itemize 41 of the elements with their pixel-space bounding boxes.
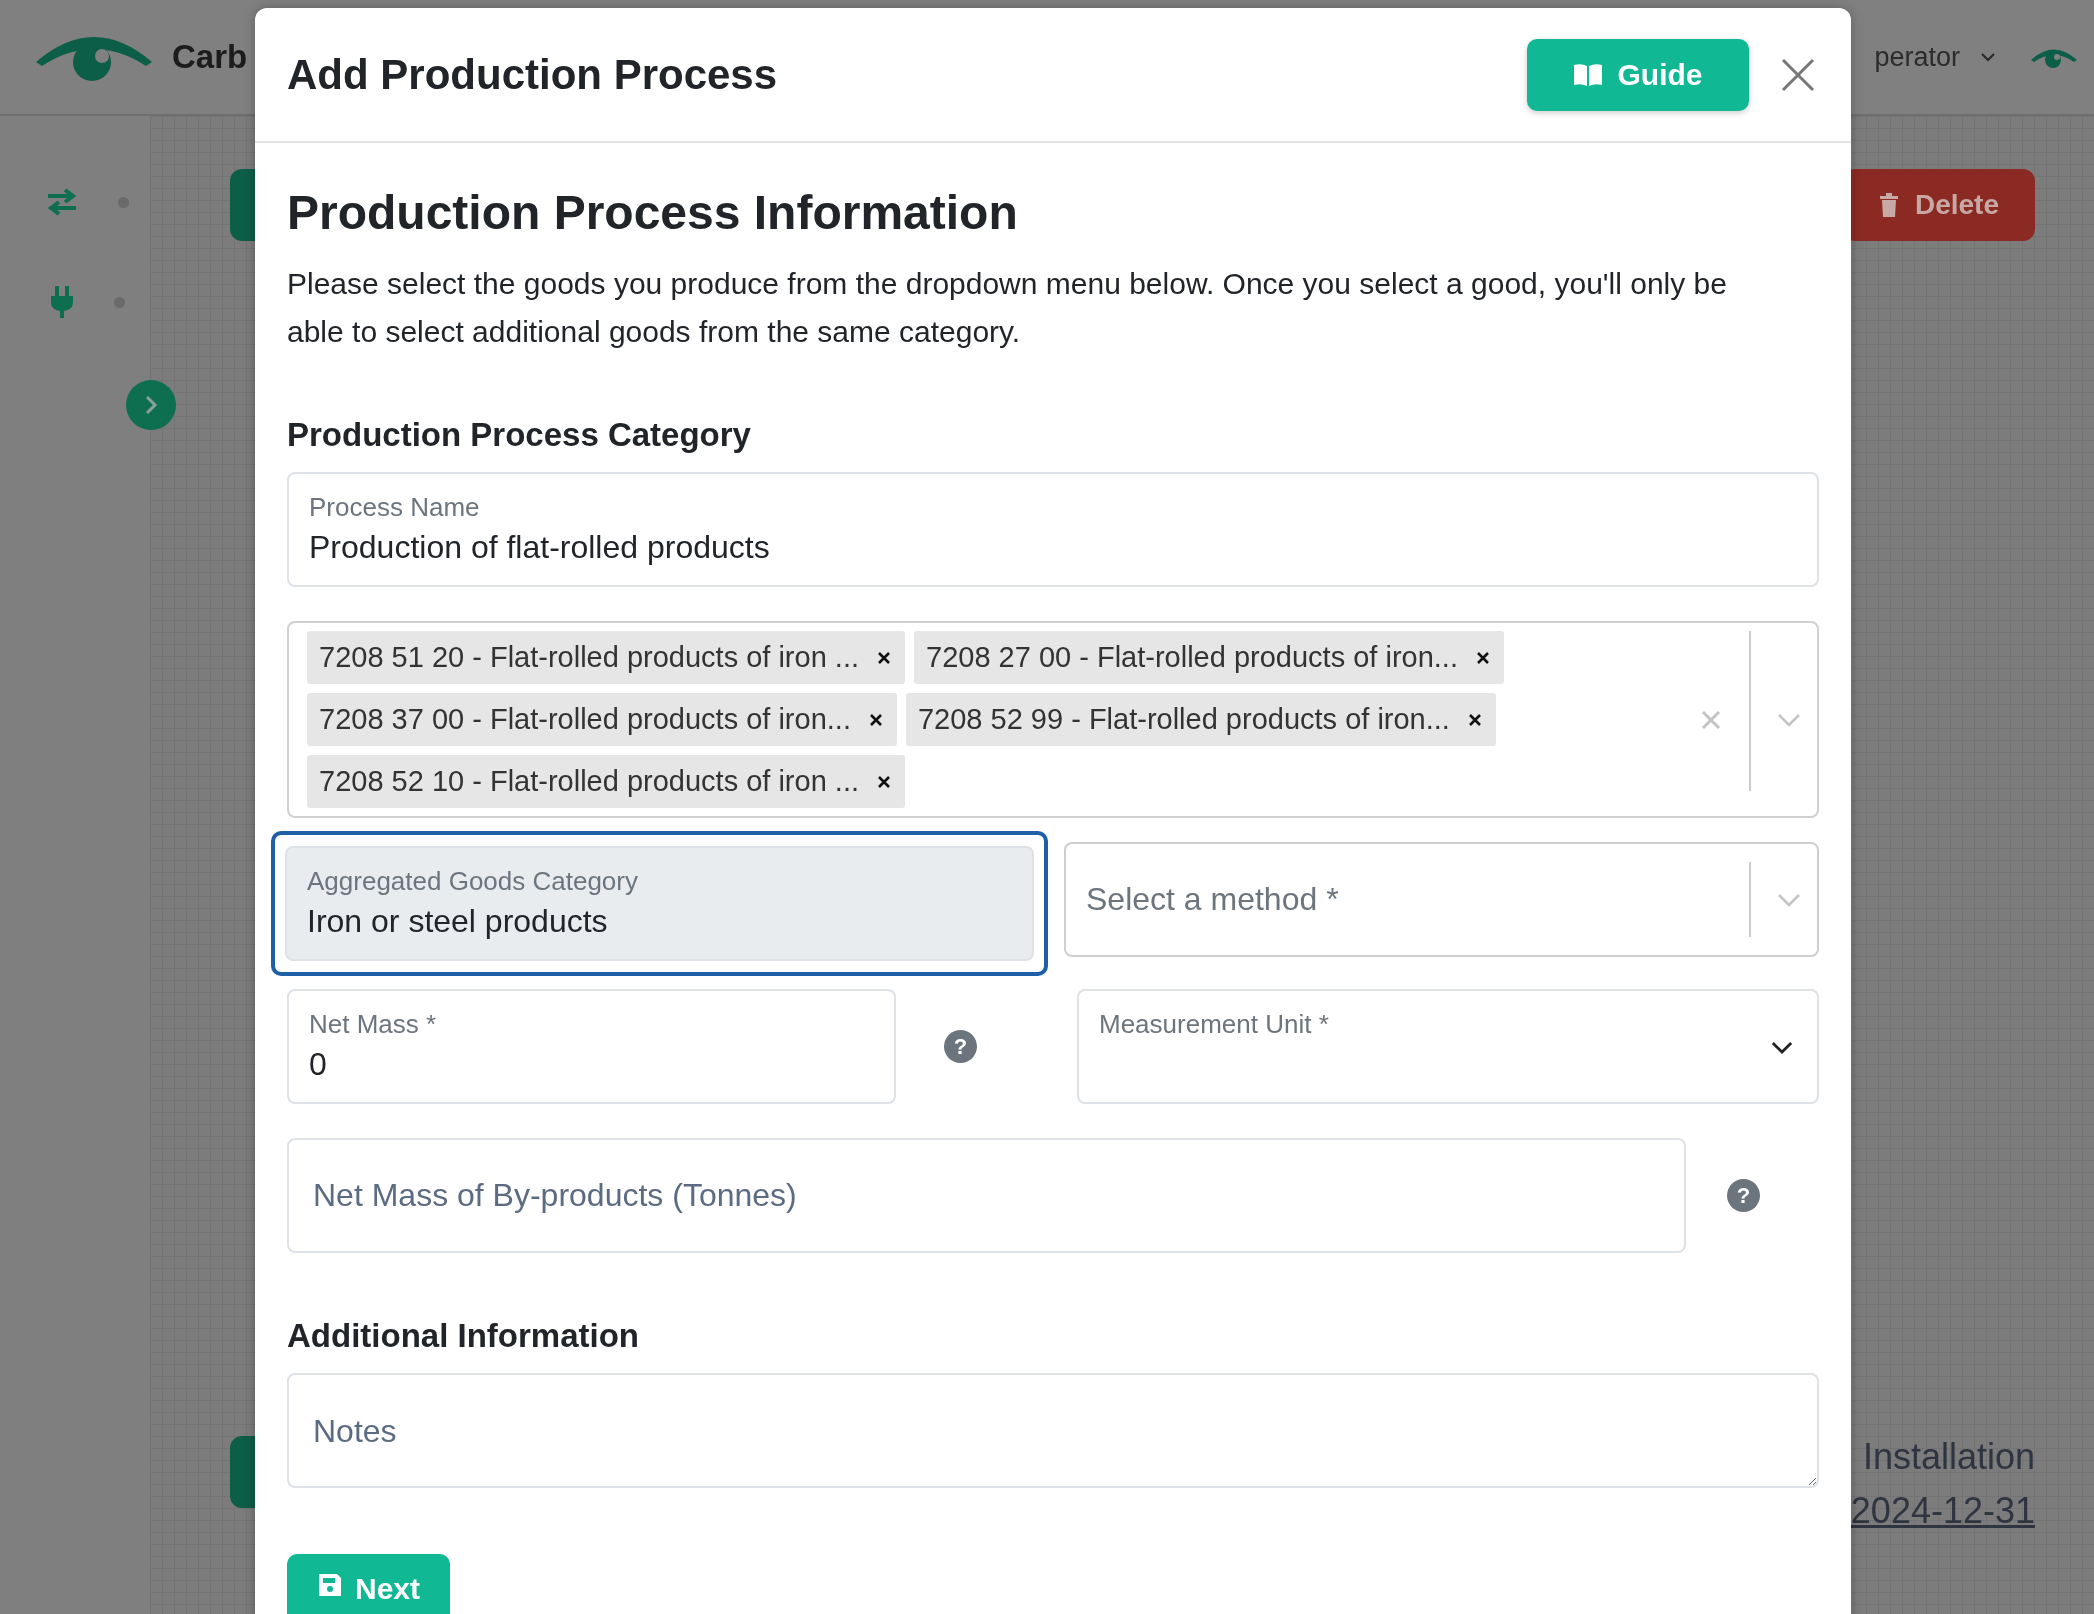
goods-multi-select[interactable]	[287, 621, 1819, 818]
chevron-down-icon[interactable]	[1771, 1041, 1793, 1054]
text-input[interactable]: Production of flat-rolled products	[309, 529, 1797, 566]
process-name-field[interactable]: Process Name Production of flat-rolled products	[287, 472, 1819, 587]
number-input[interactable]: 0	[309, 1046, 874, 1083]
help-icon[interactable]: ?	[1727, 1179, 1760, 1212]
remove-tag-icon[interactable]	[1467, 712, 1482, 727]
remove-tag-icon[interactable]	[868, 712, 883, 727]
tag-label: 7208 51 20 - Flat-rolled products of iron ...	[319, 641, 859, 674]
method-select[interactable]: Select a method *	[1064, 842, 1819, 957]
tag-label: 7208 52 99 - Flat-rolled products of iron...	[917, 703, 1450, 736]
field-label: Aggregated Goods Category	[307, 866, 639, 897]
installation-label: Installation	[1862, 1436, 2035, 1478]
save-icon[interactable]	[317, 1572, 343, 1598]
section-heading: Additional Information	[287, 1317, 640, 1355]
notes-textarea[interactable]: Notes	[287, 1373, 1819, 1488]
help-icon[interactable]: ?	[944, 1030, 977, 1063]
book-icon[interactable]	[1573, 62, 1604, 87]
modal-title: Add Production Process	[287, 50, 779, 99]
field-label: Process Name	[309, 492, 481, 523]
user-menu[interactable]: perator	[1874, 41, 1960, 73]
tag-label: 7208 27 00 - Flat-rolled products of iron...	[926, 641, 1458, 674]
remove-tag-icon[interactable]	[877, 650, 891, 665]
trash-icon[interactable]	[1878, 192, 1899, 218]
tag-label: 7208 52 10 - Flat-rolled products of iron ...	[319, 765, 859, 798]
section-title: Production Process Information	[287, 185, 1019, 240]
close-icon[interactable]	[1781, 57, 1815, 92]
guide-button[interactable]: Guide	[1527, 38, 1749, 111]
section-heading: Production Process Category	[287, 416, 752, 454]
chevron-right-icon[interactable]	[143, 395, 159, 415]
intro-paragraph: Please select the goods you produce from the dropdown menu below. Once you select a good, you'll only be able to select additional goods from the same category.	[287, 266, 1728, 350]
next-button[interactable]: Next	[287, 1554, 450, 1614]
brand-name: Carb	[172, 38, 248, 76]
remove-tag-icon[interactable]	[877, 774, 891, 789]
field-label: Net Mass *	[309, 1009, 438, 1040]
tag-label: 7208 37 00 - Flat-rolled products of iron...	[319, 703, 851, 736]
net-mass-field[interactable]: Net Mass * 0	[287, 989, 896, 1104]
measurement-unit-select[interactable]: Measurement Unit *	[1077, 989, 1819, 1104]
byproducts-input[interactable]: Net Mass of By-products (Tonnes)	[287, 1138, 1686, 1253]
remove-tag-icon[interactable]	[1476, 650, 1490, 665]
date-link[interactable]: 2024-12-31	[1850, 1490, 2035, 1532]
